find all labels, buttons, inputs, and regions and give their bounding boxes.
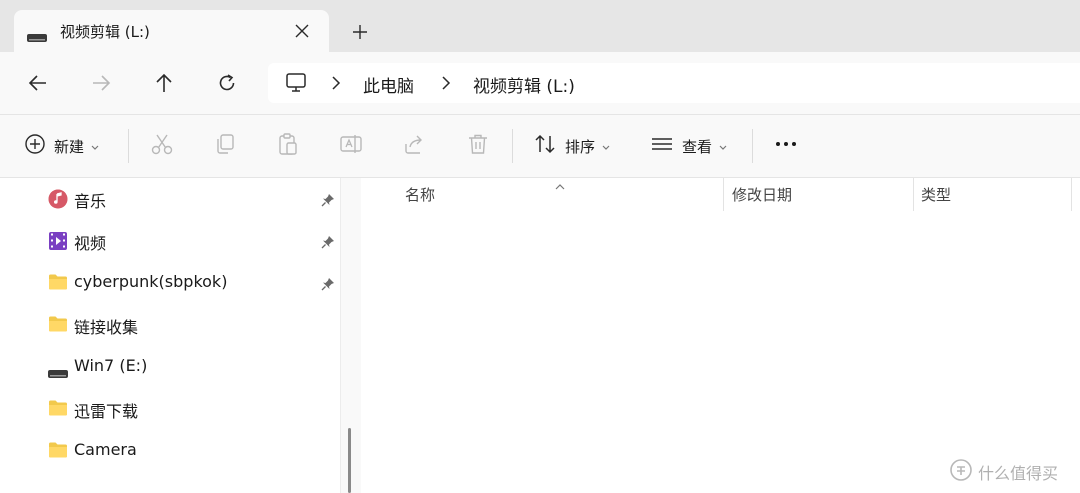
- sidebar-item-label: cyberpunk(sbpkok): [74, 272, 228, 291]
- sort-icon: [533, 132, 557, 160]
- tab-strip: 视频剪辑 (L:): [0, 0, 1080, 52]
- arrow-up-icon[interactable]: [149, 68, 179, 98]
- navigation-pane: 音乐 视频 cyberpunk(sbpkok) 链接收集 Win7 (E:) 迅…: [0, 178, 340, 493]
- drive-icon: [27, 27, 47, 46]
- view-label: 查看: [682, 137, 713, 156]
- sidebar-item-label: 链接收集: [74, 318, 139, 337]
- scrollbar-thumb[interactable]: [348, 428, 351, 493]
- music-icon: [48, 189, 68, 213]
- tab-title: 视频剪辑 (L:): [60, 23, 150, 41]
- sidebar-item-xunlei[interactable]: 迅雷下载: [46, 394, 336, 424]
- folder-icon: [48, 441, 68, 463]
- rename-icon: [339, 132, 363, 160]
- chevron-right-icon[interactable]: [330, 75, 342, 95]
- computer-icon: [285, 72, 307, 98]
- sidebar-item-label: Win7 (E:): [74, 356, 148, 375]
- watermark-text: 什么值得买: [978, 464, 1059, 483]
- sort-label: 排序: [565, 137, 596, 156]
- column-header-type[interactable]: 类型: [921, 184, 951, 205]
- sort-button[interactable]: 排序: [533, 115, 611, 177]
- folder-icon: [48, 315, 68, 337]
- share-button[interactable]: [402, 115, 426, 177]
- sidebar-item-cyberpunk[interactable]: cyberpunk(sbpkok): [46, 268, 336, 298]
- new-label: 新建: [54, 137, 85, 156]
- smzdm-logo-icon: [950, 459, 972, 485]
- sidebar-item-links[interactable]: 链接收集: [46, 310, 336, 340]
- sidebar-item-label: Camera: [74, 440, 137, 459]
- sidebar-item-camera[interactable]: Camera: [46, 436, 336, 466]
- list-view-icon: [650, 132, 674, 160]
- refresh-icon[interactable]: [212, 68, 242, 98]
- sidebar-item-music[interactable]: 音乐: [46, 184, 336, 214]
- pin-icon[interactable]: [321, 192, 335, 211]
- pin-icon[interactable]: [321, 276, 335, 295]
- command-bar: 新建 排序 查看: [0, 115, 1080, 177]
- sidebar-item-label: 迅雷下载: [74, 402, 139, 421]
- more-icon: [774, 132, 798, 160]
- sidebar-scrollbar[interactable]: [340, 178, 361, 493]
- chevron-down-icon: [718, 137, 728, 156]
- chevron-right-icon[interactable]: [440, 75, 452, 95]
- column-separator[interactable]: [723, 178, 724, 211]
- breadcrumb-current[interactable]: 视频剪辑 (L:): [473, 72, 575, 97]
- toolbar-separator: [512, 129, 513, 163]
- address-bar[interactable]: 此电脑 视频剪辑 (L:): [268, 63, 1080, 103]
- plus-icon[interactable]: [348, 20, 372, 44]
- paste-button[interactable]: [276, 115, 300, 177]
- new-button[interactable]: 新建: [24, 115, 100, 177]
- plus-circle-icon: [24, 133, 46, 159]
- more-button[interactable]: [774, 115, 798, 177]
- cut-icon: [150, 132, 174, 160]
- sidebar-item-label: 视频: [74, 234, 107, 253]
- sidebar-item-videos[interactable]: 视频: [46, 226, 336, 256]
- share-icon: [402, 132, 426, 160]
- toolbar-separator: [128, 129, 129, 163]
- folder-icon: [48, 273, 68, 295]
- copy-button[interactable]: [213, 115, 237, 177]
- arrow-right-icon[interactable]: [86, 68, 116, 98]
- chevron-down-icon: [90, 137, 100, 156]
- sort-ascending-icon: [554, 176, 566, 195]
- toolbar-separator: [752, 129, 753, 163]
- paste-icon: [276, 132, 300, 160]
- tab-active[interactable]: 视频剪辑 (L:): [14, 10, 329, 52]
- file-list: 名称 修改日期 类型: [361, 178, 1080, 493]
- delete-icon: [466, 132, 490, 160]
- arrow-left-icon[interactable]: [23, 68, 53, 98]
- delete-button[interactable]: [466, 115, 490, 177]
- breadcrumb-this-pc[interactable]: 此电脑: [363, 72, 414, 97]
- navigation-bar: 此电脑 视频剪辑 (L:): [0, 52, 1080, 114]
- rename-button[interactable]: [339, 115, 363, 177]
- sidebar-item-label: 音乐: [74, 192, 107, 211]
- video-icon: [48, 231, 68, 255]
- close-icon[interactable]: [292, 21, 312, 41]
- column-separator[interactable]: [913, 178, 914, 211]
- chevron-down-icon: [601, 137, 611, 156]
- pin-icon[interactable]: [321, 234, 335, 253]
- view-button[interactable]: 查看: [650, 115, 728, 177]
- column-separator[interactable]: [1071, 178, 1072, 211]
- folder-icon: [48, 399, 68, 421]
- drive-icon: [48, 363, 68, 382]
- cut-button[interactable]: [150, 115, 174, 177]
- copy-icon: [213, 132, 237, 160]
- column-header-name[interactable]: 名称: [405, 184, 435, 205]
- watermark: 什么值得买: [950, 458, 1080, 486]
- column-header-date[interactable]: 修改日期: [732, 184, 792, 205]
- sidebar-item-win7-drive[interactable]: Win7 (E:): [46, 352, 336, 382]
